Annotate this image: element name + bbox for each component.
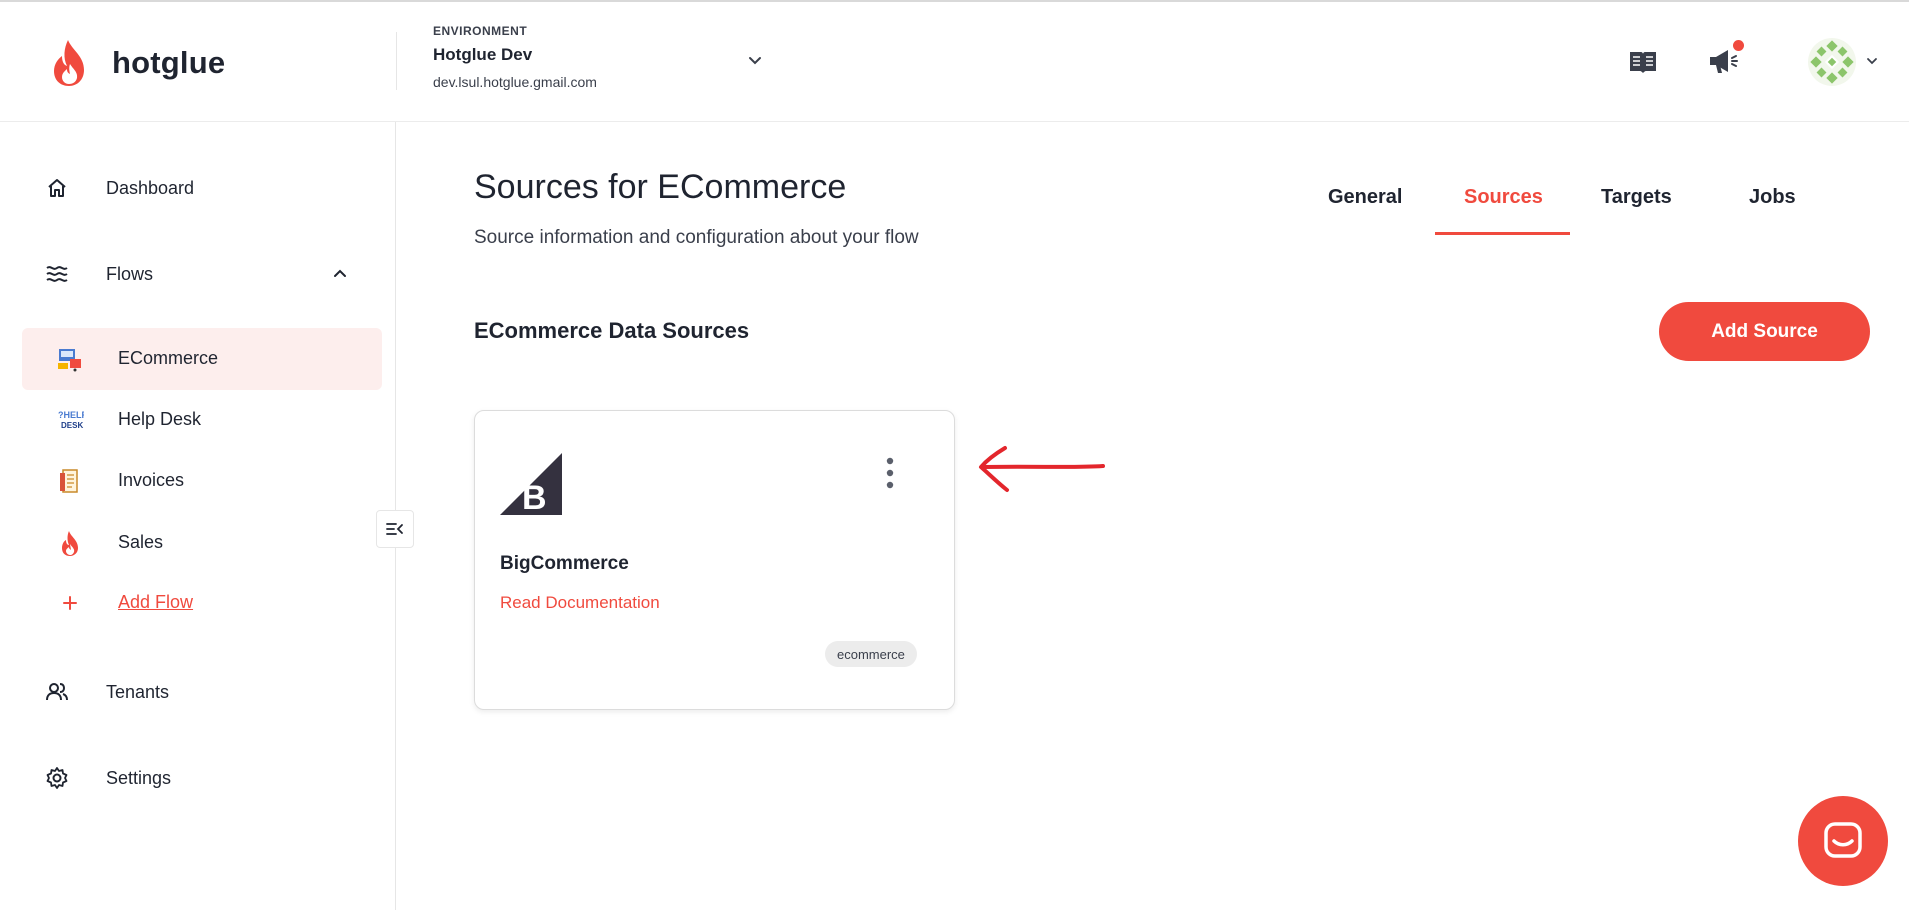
flow-item-label: Invoices (118, 470, 185, 490)
tab-jobs[interactable]: Jobs (1749, 186, 1796, 209)
more-vertical-icon[interactable] (884, 457, 896, 491)
add-flow-link[interactable]: Add Flow (118, 592, 193, 613)
ecommerce-flow-icon (58, 349, 81, 372)
flow-item-label: Help Desk (118, 409, 202, 429)
flame-icon (62, 531, 78, 556)
flow-item-label: ECommerce (118, 348, 219, 368)
sidebar-item-flows[interactable]: Flows (0, 244, 395, 304)
flow-item-invoices[interactable]: Invoices (22, 450, 382, 512)
chat-icon (1824, 822, 1862, 858)
add-flow-button[interactable]: Add Flow (22, 572, 382, 634)
source-name: BigCommerce (500, 553, 629, 574)
add-source-button[interactable]: Add Source (1659, 302, 1870, 361)
chat-widget-button[interactable] (1798, 796, 1888, 886)
chevron-up-icon[interactable] (332, 266, 348, 282)
section-title: ECommerce Data Sources (474, 318, 750, 343)
sidebar-item-settings[interactable]: Settings (0, 748, 395, 808)
notification-badge (1733, 40, 1744, 51)
svg-text:DESK: DESK (61, 421, 83, 430)
environment-name: Hotglue Dev (433, 45, 533, 64)
sidebar-item-tenants[interactable]: Tenants (0, 662, 395, 722)
bigcommerce-logo-icon: B (500, 453, 562, 515)
book-icon[interactable] (1628, 48, 1658, 76)
svg-text:?HELP: ?HELP (58, 410, 84, 420)
megaphone-icon[interactable] (1707, 46, 1739, 76)
sidebar-item-label: Flows (106, 263, 154, 284)
app-name: hotglue (112, 45, 226, 80)
active-tab-indicator (1435, 232, 1570, 235)
environment-label: ENVIRONMENT (433, 24, 528, 38)
read-documentation-link[interactable]: Read Documentation (500, 593, 660, 613)
sidebar-item-label: Settings (106, 767, 172, 788)
annotation-arrow (979, 446, 1105, 492)
header-divider (396, 32, 397, 90)
source-tag: ecommerce (825, 641, 917, 667)
waves-icon (44, 261, 70, 287)
tab-general[interactable]: General (1328, 186, 1402, 209)
sidebar: Dashboard Flows ECommerce ?HELP DESK (0, 122, 396, 910)
flame-icon (54, 40, 84, 86)
help-desk-flow-icon: ?HELP DESK (58, 410, 84, 430)
page-title: Sources for ECommerce (474, 168, 847, 206)
flow-item-sales[interactable]: Sales (22, 512, 382, 574)
tab-sources[interactable]: Sources (1464, 186, 1543, 209)
plus-icon (63, 596, 77, 610)
svg-text:B: B (522, 479, 547, 515)
app-logo[interactable]: hotglue (48, 38, 225, 88)
chevron-down-icon[interactable] (1866, 55, 1878, 67)
chevron-down-icon (749, 57, 761, 65)
users-icon (44, 679, 70, 705)
avatar[interactable] (1808, 38, 1856, 86)
top-header: hotglue ENVIRONMENT Hotglue Dev dev.lsul… (0, 2, 1909, 122)
sidebar-collapse-button[interactable] (376, 510, 414, 548)
home-icon (44, 175, 70, 201)
flow-item-ecommerce[interactable]: ECommerce (22, 328, 382, 390)
sidebar-item-dashboard[interactable]: Dashboard (0, 158, 395, 218)
environment-selector[interactable]: ENVIRONMENT Hotglue Dev dev.lsul.hotglue… (433, 24, 773, 94)
flow-item-help-desk[interactable]: ?HELP DESK Help Desk (22, 389, 382, 451)
invoice-flow-icon (60, 469, 78, 493)
gear-icon (44, 765, 70, 791)
page-subtitle: Source information and configuration abo… (474, 227, 919, 248)
collapse-icon (386, 523, 403, 535)
flow-item-label: Sales (118, 532, 164, 552)
sidebar-item-label: Tenants (106, 681, 170, 702)
source-card[interactable]: B BigCommerce Read Documentation ecommer… (474, 410, 955, 710)
sidebar-item-label: Dashboard (106, 177, 195, 198)
environment-email: dev.lsul.hotglue.gmail.com (433, 74, 597, 90)
tab-targets[interactable]: Targets (1601, 186, 1672, 209)
